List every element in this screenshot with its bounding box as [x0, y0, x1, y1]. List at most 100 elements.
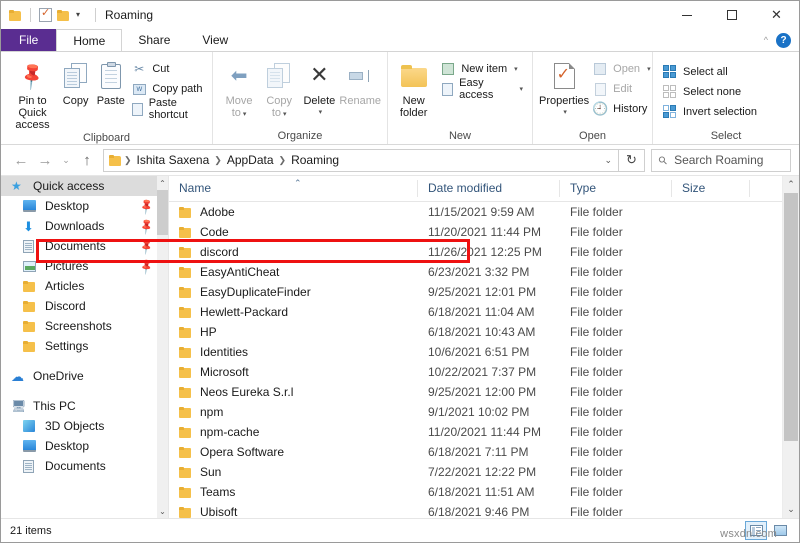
table-row[interactable]: Microsoft 10/22/2021 7:37 PM File folder — [169, 362, 799, 382]
properties-caret-icon[interactable]: ▾ — [563, 107, 567, 119]
up-button[interactable]: ↑ — [75, 148, 99, 172]
delete-caret-icon[interactable]: ▾ — [319, 107, 323, 119]
maximize-button[interactable] — [709, 1, 754, 29]
sidebar-item-3d-objects[interactable]: 3D Objects — [1, 416, 168, 436]
table-row[interactable]: HP 6/18/2021 10:43 AM File folder — [169, 322, 799, 342]
cut-button[interactable]: ✂ Cut — [128, 60, 206, 78]
table-row[interactable]: npm-cache 11/20/2021 11:44 PM File folde… — [169, 422, 799, 442]
sidebar-item-articles[interactable]: Articles — [1, 276, 168, 296]
minimize-button[interactable] — [664, 1, 709, 29]
search-box[interactable]: ⚲ Search Roaming — [651, 149, 791, 172]
sidebar-scroll-down-icon[interactable]: ⌄ — [157, 504, 168, 518]
recent-locations-button[interactable]: ⌄ — [57, 148, 75, 172]
select-all-button[interactable]: Select all — [659, 63, 760, 81]
sidebar-item-onedrive[interactable]: ☁ OneDrive — [1, 366, 168, 386]
sidebar-item-quick-access[interactable]: ★ Quick access — [1, 176, 168, 196]
sidebar-scroll-thumb[interactable] — [157, 190, 168, 235]
sidebar-item-discord[interactable]: Discord — [1, 296, 168, 316]
sidebar-item-this-pc[interactable]: 🖥 This PC — [1, 396, 168, 416]
file-list-scrollbar[interactable]: ⌃ ⌄ — [782, 176, 799, 518]
column-header-type[interactable]: Type — [560, 180, 672, 197]
sidebar-scroll-up-icon[interactable]: ⌃ — [157, 176, 168, 190]
column-header-size[interactable]: Size — [672, 180, 750, 197]
new-item-button[interactable]: New item ▾ — [437, 60, 526, 78]
pin-to-quick-access-button[interactable]: 📌 Pin to Quickaccess — [7, 57, 58, 131]
file-type: File folder — [560, 405, 672, 419]
new-folder-quick-icon[interactable] — [57, 10, 70, 21]
easy-access-caret-icon[interactable]: ▾ — [519, 85, 523, 93]
breadcrumb-item-user[interactable]: Ishita Saxena — [134, 153, 213, 167]
help-icon[interactable]: ? — [776, 33, 791, 48]
sidebar-item-settings[interactable]: Settings — [1, 336, 168, 356]
sidebar-item-screenshots[interactable]: Screenshots — [1, 316, 168, 336]
table-row[interactable]: EasyDuplicateFinder 9/25/2021 12:01 PM F… — [169, 282, 799, 302]
table-row[interactable]: npm 9/1/2021 10:02 PM File folder — [169, 402, 799, 422]
copy-to-line2: to — [272, 107, 281, 119]
scroll-down-icon[interactable]: ⌄ — [783, 501, 799, 518]
file-list-scroll-thumb[interactable] — [784, 193, 798, 441]
sidebar-scrollbar[interactable]: ⌃ ⌄ — [157, 176, 168, 518]
table-row[interactable]: Adobe 11/15/2021 9:59 AM File folder — [169, 202, 799, 222]
new-item-caret-icon[interactable]: ▾ — [514, 65, 518, 73]
breadcrumb-item-roaming[interactable]: Roaming — [288, 153, 342, 167]
rename-button[interactable]: Rename — [339, 57, 381, 107]
back-button[interactable]: ← — [9, 148, 33, 172]
sidebar-item-documents-pc[interactable]: Documents — [1, 456, 168, 476]
table-row[interactable]: Ubisoft 6/18/2021 9:46 PM File folder — [169, 502, 799, 518]
edit-button[interactable]: Edit — [589, 80, 653, 98]
file-name-cell: Sun — [169, 465, 418, 479]
breadcrumb-item-appdata[interactable]: AppData — [224, 153, 277, 167]
tab-file[interactable]: File — [1, 29, 56, 51]
table-row[interactable]: Code 11/20/2021 11:44 PM File folder — [169, 222, 799, 242]
sidebar-item-pictures[interactable]: Pictures 📌 — [1, 256, 168, 276]
tab-view[interactable]: View — [186, 29, 244, 51]
customize-qat-caret-icon[interactable]: ▾ — [75, 11, 81, 19]
table-row[interactable]: Teams 6/18/2021 11:51 AM File folder — [169, 482, 799, 502]
table-row[interactable]: EasyAntiCheat 6/23/2021 3:32 PM File fol… — [169, 262, 799, 282]
scissors-icon: ✂ — [131, 61, 147, 77]
column-header-name[interactable]: Name ⌃ — [169, 180, 418, 197]
move-to-button[interactable]: ⬅ Moveto▾ — [219, 57, 259, 121]
folder-icon — [179, 307, 192, 318]
easy-access-button[interactable]: Easy access ▾ — [437, 80, 526, 98]
sidebar-item-desktop-pc[interactable]: Desktop — [1, 436, 168, 456]
tab-share[interactable]: Share — [122, 29, 186, 51]
paste-button[interactable]: Paste — [93, 57, 128, 107]
tab-home[interactable]: Home — [56, 29, 122, 51]
folder-icon — [179, 407, 192, 418]
open-button[interactable]: Open ▾ — [589, 60, 653, 78]
paste-shortcut-button[interactable]: Paste shortcut — [128, 100, 206, 118]
history-button[interactable]: 🕘 History — [589, 100, 653, 118]
file-list-pane: Name ⌃ Date modified Type Size Adobe 11/… — [169, 176, 799, 518]
collapse-ribbon-icon[interactable]: ^ — [764, 35, 768, 45]
close-button[interactable]: ✕ — [754, 1, 799, 29]
properties-quick-icon[interactable] — [39, 8, 52, 22]
properties-button[interactable]: Properties ▾ — [539, 57, 589, 119]
file-name-cell: npm — [169, 405, 418, 419]
copy-to-button[interactable]: Copyto▾ — [259, 57, 299, 121]
select-none-button[interactable]: Select none — [659, 83, 760, 101]
table-row-discord-highlighted[interactable]: discord 11/26/2021 12:25 PM File folder — [169, 242, 799, 262]
table-row[interactable]: Neos Eureka S.r.l 9/25/2021 12:00 PM Fil… — [169, 382, 799, 402]
copy-path-button[interactable]: W Copy path — [128, 80, 206, 98]
column-header-date-modified[interactable]: Date modified — [418, 180, 560, 197]
table-row[interactable]: Opera Software 6/18/2021 7:11 PM File fo… — [169, 442, 799, 462]
table-row[interactable]: Sun 7/22/2021 12:22 PM File folder — [169, 462, 799, 482]
sidebar-item-documents[interactable]: Documents 📌 — [1, 236, 168, 256]
address-dropdown-icon[interactable]: ⌄ — [598, 155, 618, 166]
delete-button[interactable]: ✕ Delete ▾ — [299, 57, 339, 119]
copy-button[interactable]: Copy — [58, 57, 93, 107]
open-caret-icon[interactable]: ▾ — [647, 65, 651, 73]
paste-shortcut-label: Paste shortcut — [149, 97, 203, 121]
address-field[interactable]: ❯ Ishita Saxena ❯ AppData ❯ Roaming ⌄ — [103, 149, 619, 172]
table-row[interactable]: Identities 10/6/2021 6:51 PM File folder — [169, 342, 799, 362]
properties-label: Properties — [539, 95, 589, 107]
scroll-up-icon[interactable]: ⌃ — [783, 176, 799, 193]
invert-selection-button[interactable]: Invert selection — [659, 103, 760, 121]
table-row[interactable]: Hewlett-Packard 6/18/2021 11:04 AM File … — [169, 302, 799, 322]
sidebar-item-desktop[interactable]: Desktop 📌 — [1, 196, 168, 216]
refresh-button[interactable]: ↻ — [619, 149, 645, 172]
new-folder-button[interactable]: Newfolder — [394, 57, 433, 119]
sidebar-item-downloads[interactable]: ⬇ Downloads 📌 — [1, 216, 168, 236]
forward-button[interactable]: → — [33, 148, 57, 172]
